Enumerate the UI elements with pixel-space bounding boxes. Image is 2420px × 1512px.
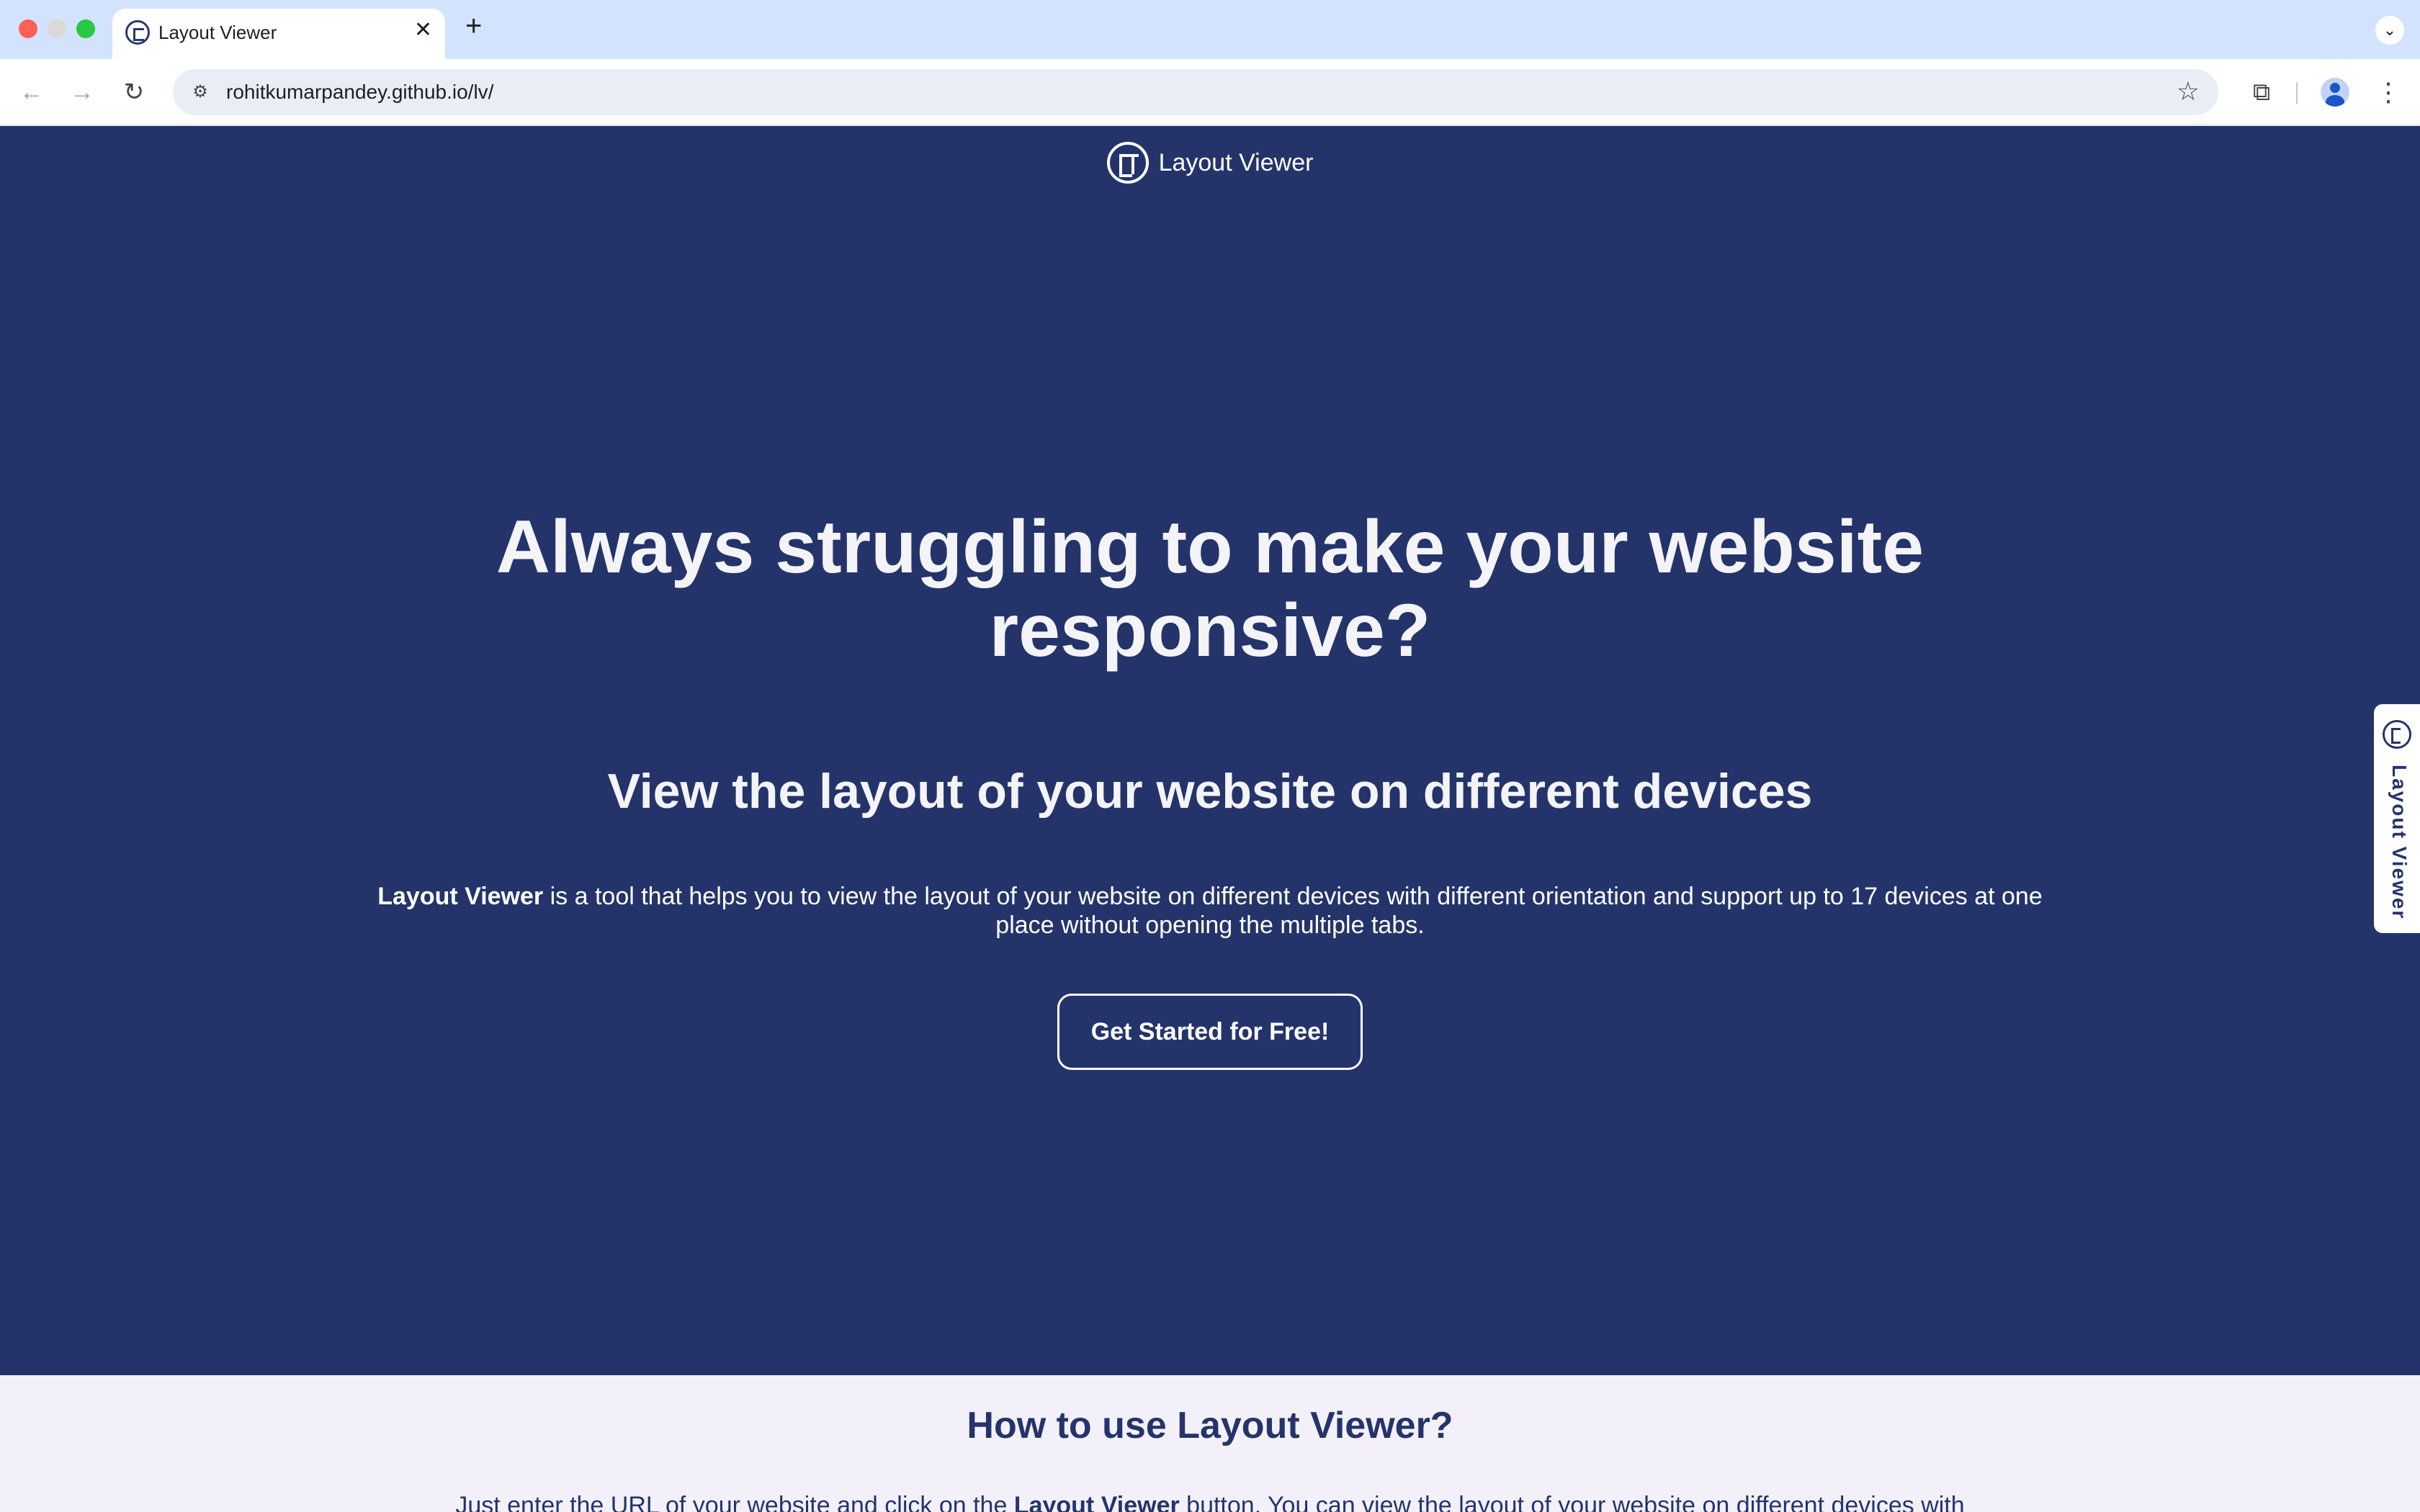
- how-to-title: How to use Layout Viewer?: [967, 1405, 1453, 1446]
- description-text: is a tool that helps you to view the lay…: [543, 883, 2043, 939]
- url-text[interactable]: rohitkumarpandey.github.io/lv/: [226, 81, 493, 104]
- reload-icon[interactable]: ↻: [114, 72, 154, 112]
- browser-tab[interactable]: Layout Viewer ✕: [112, 9, 445, 59]
- brand-link[interactable]: Layout Viewer: [1106, 142, 1314, 184]
- tab-title: Layout Viewer: [158, 22, 277, 43]
- how-to-text-end: button. You can view the layout of your …: [1179, 1492, 1965, 1512]
- hero-subheadline: View the layout of your website on diffe…: [607, 764, 1813, 819]
- layout-viewer-logo-icon: [1106, 142, 1149, 184]
- side-tab-label: Layout Viewer: [2388, 765, 2411, 920]
- star-icon[interactable]: ☆: [2177, 76, 2200, 107]
- tab-close-icon[interactable]: ✕: [414, 17, 432, 42]
- how-to-section: How to use Layout Viewer? Just enter the…: [0, 1375, 2420, 1512]
- window-close-button[interactable]: [19, 19, 37, 38]
- how-to-text-start: Just enter the URL of your website and c…: [455, 1492, 1014, 1512]
- puzzle-icon[interactable]: ⧉: [2241, 72, 2282, 112]
- layout-viewer-logo-icon: [2383, 720, 2411, 749]
- brand-name: Layout Viewer: [1158, 148, 1314, 176]
- layout-viewer-side-tab[interactable]: Layout Viewer: [2374, 704, 2420, 933]
- chevron-down-icon[interactable]: ⌄: [2375, 16, 2404, 45]
- browser-tab-bar: Layout Viewer ✕ + ⌄: [0, 0, 2420, 59]
- description-brand: Layout Viewer: [377, 883, 544, 910]
- browser-toolbar: ← → ↻ ⚙ rohitkumarpandey.github.io/lv/ ☆…: [0, 59, 2420, 125]
- headline-line-1: Always struggling to make your website: [496, 505, 1924, 589]
- back-arrow-icon[interactable]: ←: [12, 72, 52, 112]
- window-minimize-button[interactable]: [48, 19, 66, 38]
- get-started-button[interactable]: Get Started for Free!: [1057, 994, 1363, 1070]
- forward-arrow-icon[interactable]: →: [62, 72, 102, 112]
- how-to-text: Just enter the URL of your website and c…: [346, 1492, 2074, 1512]
- layout-viewer-favicon-icon: [125, 20, 150, 45]
- kebab-menu-icon[interactable]: ⋮: [2374, 72, 2403, 112]
- new-tab-button[interactable]: +: [465, 10, 482, 42]
- hero-description: Layout Viewer is a tool that helps you t…: [346, 882, 2074, 940]
- hero-headline: Always struggling to make your website r…: [0, 505, 2420, 672]
- address-bar[interactable]: ⚙ rohitkumarpandey.github.io/lv/ ☆: [173, 69, 2218, 115]
- how-to-text-bold: Layout Viewer: [1013, 1492, 1180, 1512]
- toolbar-divider: [2296, 82, 2298, 104]
- site-header: Layout Viewer: [0, 142, 2420, 187]
- hero-section: Layout Viewer Always struggling to make …: [0, 126, 2420, 1375]
- headline-line-2: responsive?: [989, 589, 1431, 672]
- window-zoom-button[interactable]: [76, 19, 95, 38]
- site-info-icon[interactable]: ⚙: [186, 78, 215, 107]
- profile-icon[interactable]: [2321, 78, 2349, 107]
